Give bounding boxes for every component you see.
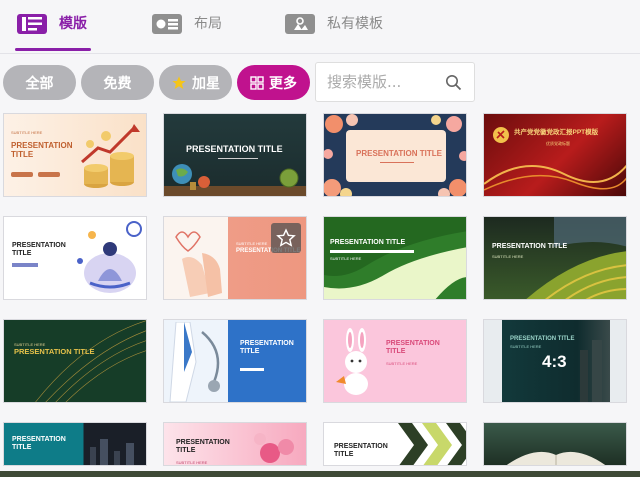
gold-lines-icon [35,320,146,402]
template-title: PRESENTATION TITLE [176,439,230,455]
template-title: PRESENTATION TITLE [12,242,66,258]
template-subtitle: SUBTITLE HERE [236,241,268,246]
aspect-ratio-badge: 4:3 [542,352,567,371]
template-title: PRESENTATION TITLE [510,336,575,342]
tab-templates[interactable]: 模版 [15,14,91,54]
template-title: PRESENTATION TITLE [386,340,440,356]
template-card[interactable]: PRESENTATION TITLE [3,216,147,300]
party-emblem-icon [493,127,509,143]
template-card[interactable]: PRESENTATION TITLE [163,113,307,197]
template-card[interactable] [483,422,627,466]
template-subtitle: SUBTITLE HERE [330,256,362,261]
template-subtitle: SUBTITLE HERE [386,361,418,366]
layout-icon [152,14,182,34]
template-subtitle: SUBTITLE HERE [176,460,208,465]
search-box [315,62,475,102]
template-title: PRESENTATION TITLE [14,347,95,356]
chip-label: 更多 [269,75,297,92]
chevrons-icon [398,423,466,465]
template-icon [17,14,47,34]
template-card[interactable]: PRESENTATION TITLE SUBTITLE HERE [483,216,627,300]
search-input[interactable] [316,63,441,101]
template-title: PRESENTATION TITLE [11,141,73,160]
grid-icon [250,75,264,90]
tab-label: 布局 [194,16,222,32]
template-card[interactable]: SUBTITLE HERE PRESENTATION TITLE [3,113,147,197]
template-card[interactable]: PRESENTATION TITLE [3,422,147,466]
private-template-icon [285,14,315,34]
template-card[interactable]: PRESENTATION TITLE SUBTITLE HERE 4:3 [483,319,627,403]
chip-label: 加星 [192,75,220,92]
template-card[interactable]: PRESENTATION TITLE [323,113,467,197]
template-card[interactable]: PRESENTATION TITLE [323,422,467,466]
stethoscope-icon [169,322,220,402]
template-subtitle: SUBTITLE HERE [492,254,524,259]
template-card[interactable]: SUBTITLE HERE PRESENTATION TITLE [3,319,147,403]
template-card[interactable]: PRESENTATION TITLE SUBTITLE HERE [163,422,307,466]
chip-label: 免费 [103,75,132,92]
template-card[interactable]: PRESENTATION TITLE SUBTITLE HERE [323,319,467,403]
template-title: PRESENTATION TITLE [330,239,406,246]
hands-heart-icon [175,231,222,297]
tab-label: 模版 [59,16,87,32]
globe-icon [172,164,210,190]
tab-label: 私有模板 [327,16,383,32]
filter-free-button[interactable]: 免费 [81,65,154,100]
meditation-figure-icon [77,221,142,293]
template-card[interactable]: 共产党党徽党政汇报PPT模版 优质党政标题 [483,113,627,197]
template-title: 共产党党徽党政汇报PPT模版 [514,129,599,136]
template-subtitle: SUBTITLE HERE [510,344,542,349]
template-subtitle: SUBTITLE HERE [11,130,43,135]
template-title: PRESENTATION TITLE [356,149,442,158]
bunny-icon [336,328,368,395]
template-card[interactable]: PRESENTATION TITLE SUBTITLE HERE [323,216,467,300]
filter-more-button[interactable]: 更多 [237,65,310,100]
star-icon [171,75,187,91]
star-outline-icon [276,228,296,247]
template-title: PRESENTATION TITLE [492,243,568,250]
template-subtitle: 优质党政标题 [546,141,570,146]
open-book-icon [506,452,606,465]
template-title: PRESENTATION TITLE [240,340,294,356]
tab-bar: 模版 布局 私有模板 [0,0,640,54]
favorite-star-button[interactable] [271,223,301,253]
tab-private-templates[interactable]: 私有模板 [285,14,383,54]
template-title: PRESENTATION TITLE [12,436,66,452]
filter-all-button[interactable]: 全部 [3,65,76,100]
template-title: PRESENTATION TITLE [334,443,388,459]
tab-layouts[interactable]: 布局 [152,14,222,54]
template-card[interactable]: SUBTITLE HERE PRESENTATION TITLE [163,216,307,300]
chip-label: 全部 [25,75,54,92]
filter-starred-button[interactable]: 加星 [159,65,232,100]
bottom-strip [0,471,640,477]
gold-coins-icon [81,124,140,188]
search-icon[interactable] [445,74,462,95]
template-card[interactable]: PRESENTATION TITLE [163,319,307,403]
